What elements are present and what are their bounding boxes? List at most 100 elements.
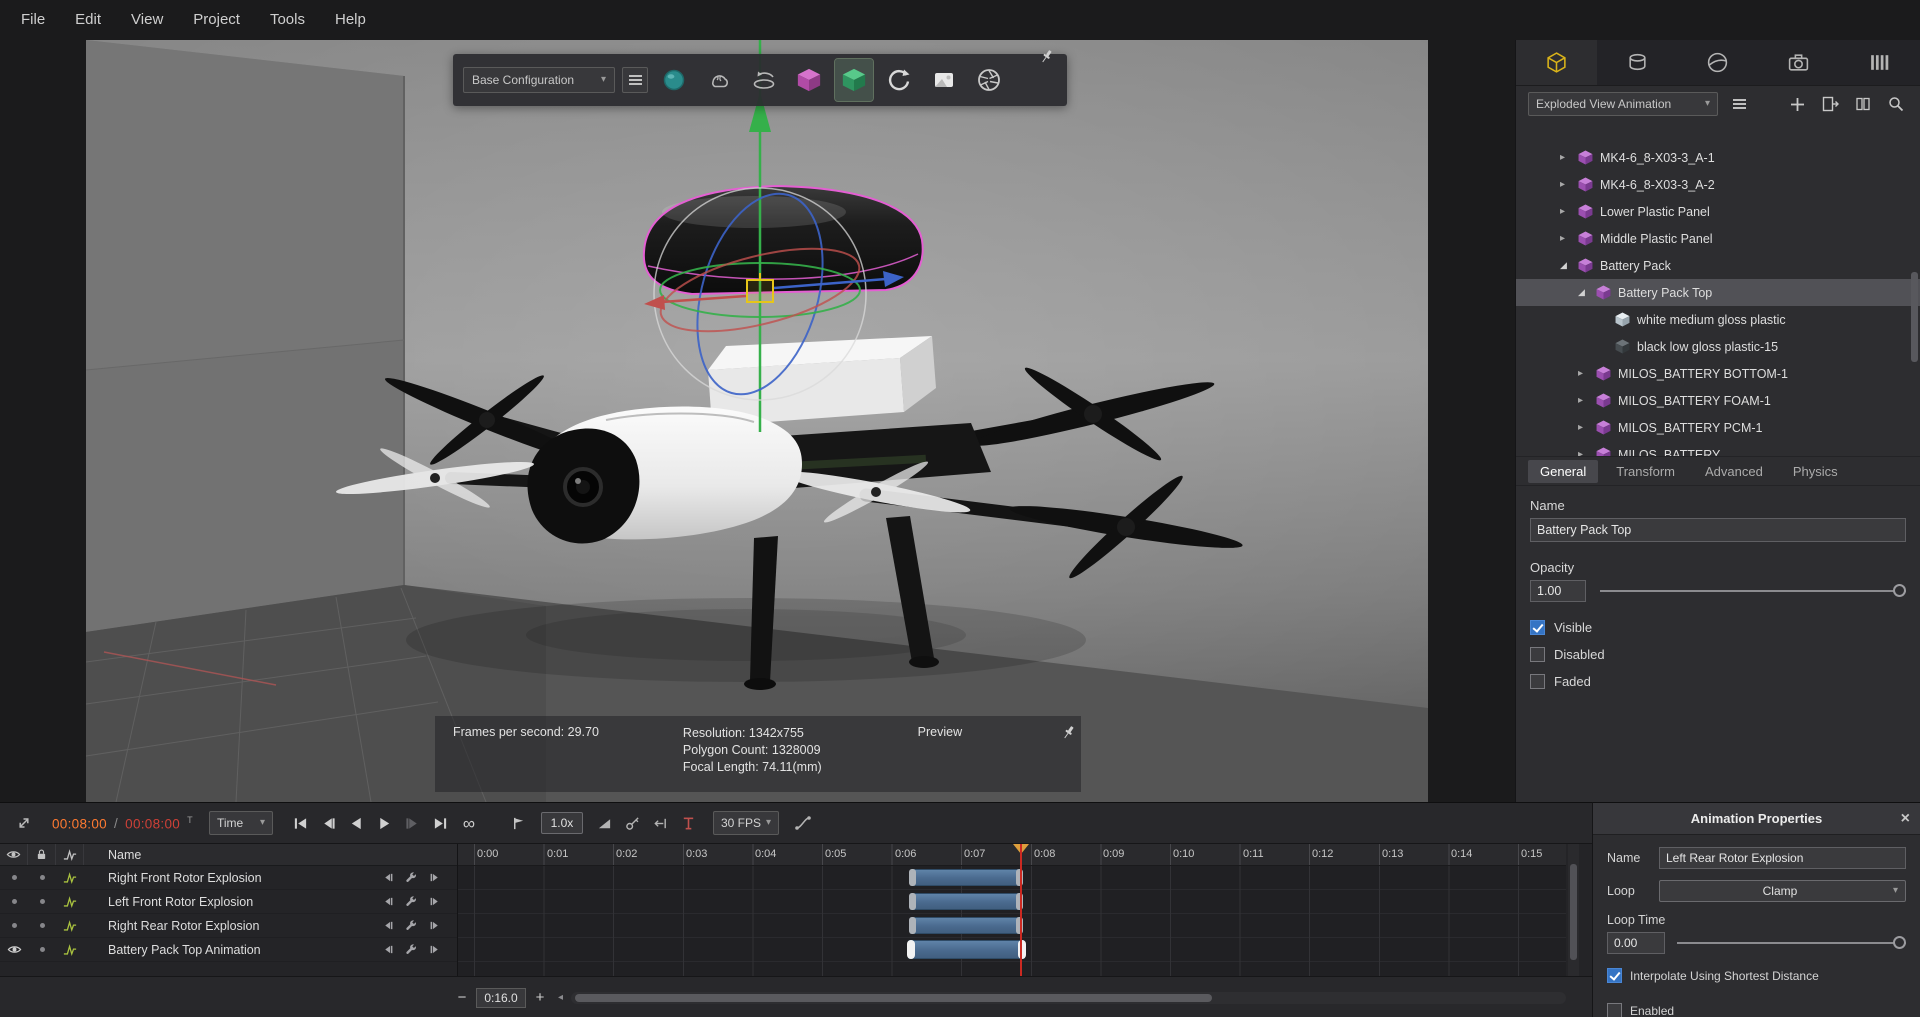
play-reverse-button[interactable]	[343, 810, 371, 836]
tab-models[interactable]	[1516, 40, 1597, 85]
menu-view[interactable]: View	[116, 0, 178, 40]
menu-edit[interactable]: Edit	[60, 0, 116, 40]
skip-to-end-button[interactable]	[427, 810, 455, 836]
lock-dot[interactable]	[40, 923, 45, 928]
animation-menu-button[interactable]	[1727, 92, 1751, 116]
track-row[interactable]: Right Front Rotor Explosion	[0, 866, 457, 890]
visibility-dot[interactable]	[12, 899, 17, 904]
timeline-horizontal-scrollbar[interactable]	[571, 992, 1566, 1004]
tree-item[interactable]: Middle Plastic Panel	[1516, 225, 1920, 252]
expand-arrow-icon[interactable]	[1578, 368, 1596, 379]
menu-project[interactable]: Project	[178, 0, 255, 40]
collapse-arrow-icon[interactable]	[1560, 260, 1578, 271]
animation-clip[interactable]	[910, 893, 1022, 910]
expand-arrow-icon[interactable]	[1560, 152, 1578, 163]
part-name-input[interactable]	[1530, 518, 1906, 542]
loop-time-slider[interactable]	[1677, 936, 1906, 950]
expand-arrow-icon[interactable]	[1578, 395, 1596, 406]
viewport-3d[interactable]: Base Configuration	[86, 40, 1428, 802]
tree-item-material[interactable]: white medium gloss plastic	[1516, 306, 1920, 333]
toolbar-pin-icon[interactable]	[1038, 48, 1055, 65]
tree-item[interactable]: MK4-6_8-X03-3_A-2	[1516, 171, 1920, 198]
export-button[interactable]	[1818, 92, 1842, 116]
clip-start-handle[interactable]	[909, 917, 916, 934]
wrench-icon[interactable]	[405, 919, 418, 932]
tab-options[interactable]	[1839, 40, 1920, 85]
configuration-menu-button[interactable]	[622, 67, 648, 93]
opacity-slider-knob[interactable]	[1893, 584, 1906, 597]
render-flag-button[interactable]	[505, 810, 533, 836]
track-curve-icon[interactable]	[63, 943, 77, 957]
snapshot-button[interactable]	[925, 59, 963, 101]
scrollbar-thumb[interactable]	[575, 994, 1212, 1002]
time-mode-dropdown[interactable]: Time	[209, 811, 273, 835]
animation-clip-selected[interactable]	[908, 940, 1025, 959]
lock-dot[interactable]	[40, 875, 45, 880]
visibility-dot[interactable]	[12, 923, 17, 928]
opacity-slider[interactable]	[1600, 584, 1906, 598]
trim-animation-button[interactable]	[675, 810, 703, 836]
tab-environments[interactable]	[1678, 40, 1759, 85]
zoom-out-button[interactable]	[452, 988, 472, 1008]
visibility-dot[interactable]	[12, 875, 17, 880]
animation-set-dropdown[interactable]: Exploded View Animation	[1528, 92, 1718, 116]
step-back-button[interactable]	[315, 810, 343, 836]
loop-time-input[interactable]	[1607, 932, 1665, 954]
enabled-checkbox[interactable]	[1607, 1003, 1622, 1017]
stats-pin-icon[interactable]	[1060, 724, 1077, 741]
prev-keyframe-icon[interactable]	[382, 919, 395, 932]
next-keyframe-icon[interactable]	[428, 895, 441, 908]
play-button[interactable]	[371, 810, 399, 836]
lock-dot[interactable]	[40, 947, 45, 952]
set-range-button[interactable]	[647, 810, 675, 836]
anim-name-input[interactable]	[1659, 847, 1906, 869]
expand-arrow-icon[interactable]	[1560, 206, 1578, 217]
playback-speed-button[interactable]: 1.0x	[541, 812, 583, 834]
prev-keyframe-icon[interactable]	[382, 895, 395, 908]
tree-item-selected[interactable]: Battery Pack Top	[1516, 279, 1920, 306]
keyframe-button[interactable]	[619, 810, 647, 836]
opacity-input[interactable]	[1530, 580, 1586, 602]
track-row[interactable]: Right Rear Rotor Explosion	[0, 914, 457, 938]
fps-dropdown[interactable]: 30 FPS	[713, 811, 779, 835]
columns-view-button[interactable]	[1851, 92, 1875, 116]
track-curve-icon[interactable]	[63, 871, 77, 885]
zoom-in-button[interactable]	[530, 988, 550, 1008]
menu-help[interactable]: Help	[320, 0, 381, 40]
tree-item-clipped[interactable]: MILOS_BATTERY	[1516, 441, 1920, 456]
tab-general[interactable]: General	[1528, 460, 1598, 483]
tree-scrollbar[interactable]	[1911, 272, 1918, 362]
tree-item[interactable]: MK4-6_8-X03-3_A-1	[1516, 144, 1920, 171]
timeline-vertical-scrollbar[interactable]	[1568, 844, 1579, 976]
collapse-arrow-icon[interactable]	[1578, 287, 1596, 298]
zoom-range-input[interactable]	[476, 988, 526, 1008]
wrench-icon[interactable]	[405, 943, 418, 956]
menu-tools[interactable]: Tools	[255, 0, 320, 40]
turntable-button[interactable]	[745, 59, 783, 101]
loop-playback-button[interactable]: ∞	[455, 810, 483, 836]
search-button[interactable]	[1884, 92, 1908, 116]
tab-transform[interactable]: Transform	[1604, 460, 1687, 483]
expand-timeline-button[interactable]	[10, 810, 38, 836]
clip-start-handle[interactable]	[909, 869, 916, 886]
denoiser-button[interactable]	[700, 59, 738, 101]
playhead-line[interactable]	[1020, 844, 1022, 976]
configuration-dropdown[interactable]: Base Configuration	[463, 67, 615, 93]
animation-clip[interactable]	[910, 869, 1022, 886]
explode-tool-button[interactable]	[790, 59, 828, 101]
scrollbar-thumb[interactable]	[1570, 864, 1577, 960]
timeline-grid[interactable]: 0:00 0:01 0:02 0:03 0:04 0:05 0:06 0:07 …	[458, 844, 1566, 976]
lock-dot[interactable]	[40, 899, 45, 904]
interpolate-checkbox[interactable]	[1607, 968, 1622, 983]
tree-item[interactable]: MILOS_BATTERY FOAM-1	[1516, 387, 1920, 414]
appearance-sphere-button[interactable]	[655, 59, 693, 101]
track-row-active[interactable]: Battery Pack Top Animation	[0, 938, 457, 962]
expand-arrow-icon[interactable]	[1578, 422, 1596, 433]
tree-item[interactable]: MILOS_BATTERY BOTTOM-1	[1516, 360, 1920, 387]
tree-item[interactable]: Battery Pack	[1516, 252, 1920, 279]
scroll-left-arrow-icon[interactable]: ◂	[558, 992, 563, 1003]
track-curve-icon[interactable]	[63, 919, 77, 933]
tree-item[interactable]: Lower Plastic Panel	[1516, 198, 1920, 225]
opacity-slider-track[interactable]	[1600, 590, 1906, 592]
loop-time-slider-knob[interactable]	[1893, 936, 1906, 949]
